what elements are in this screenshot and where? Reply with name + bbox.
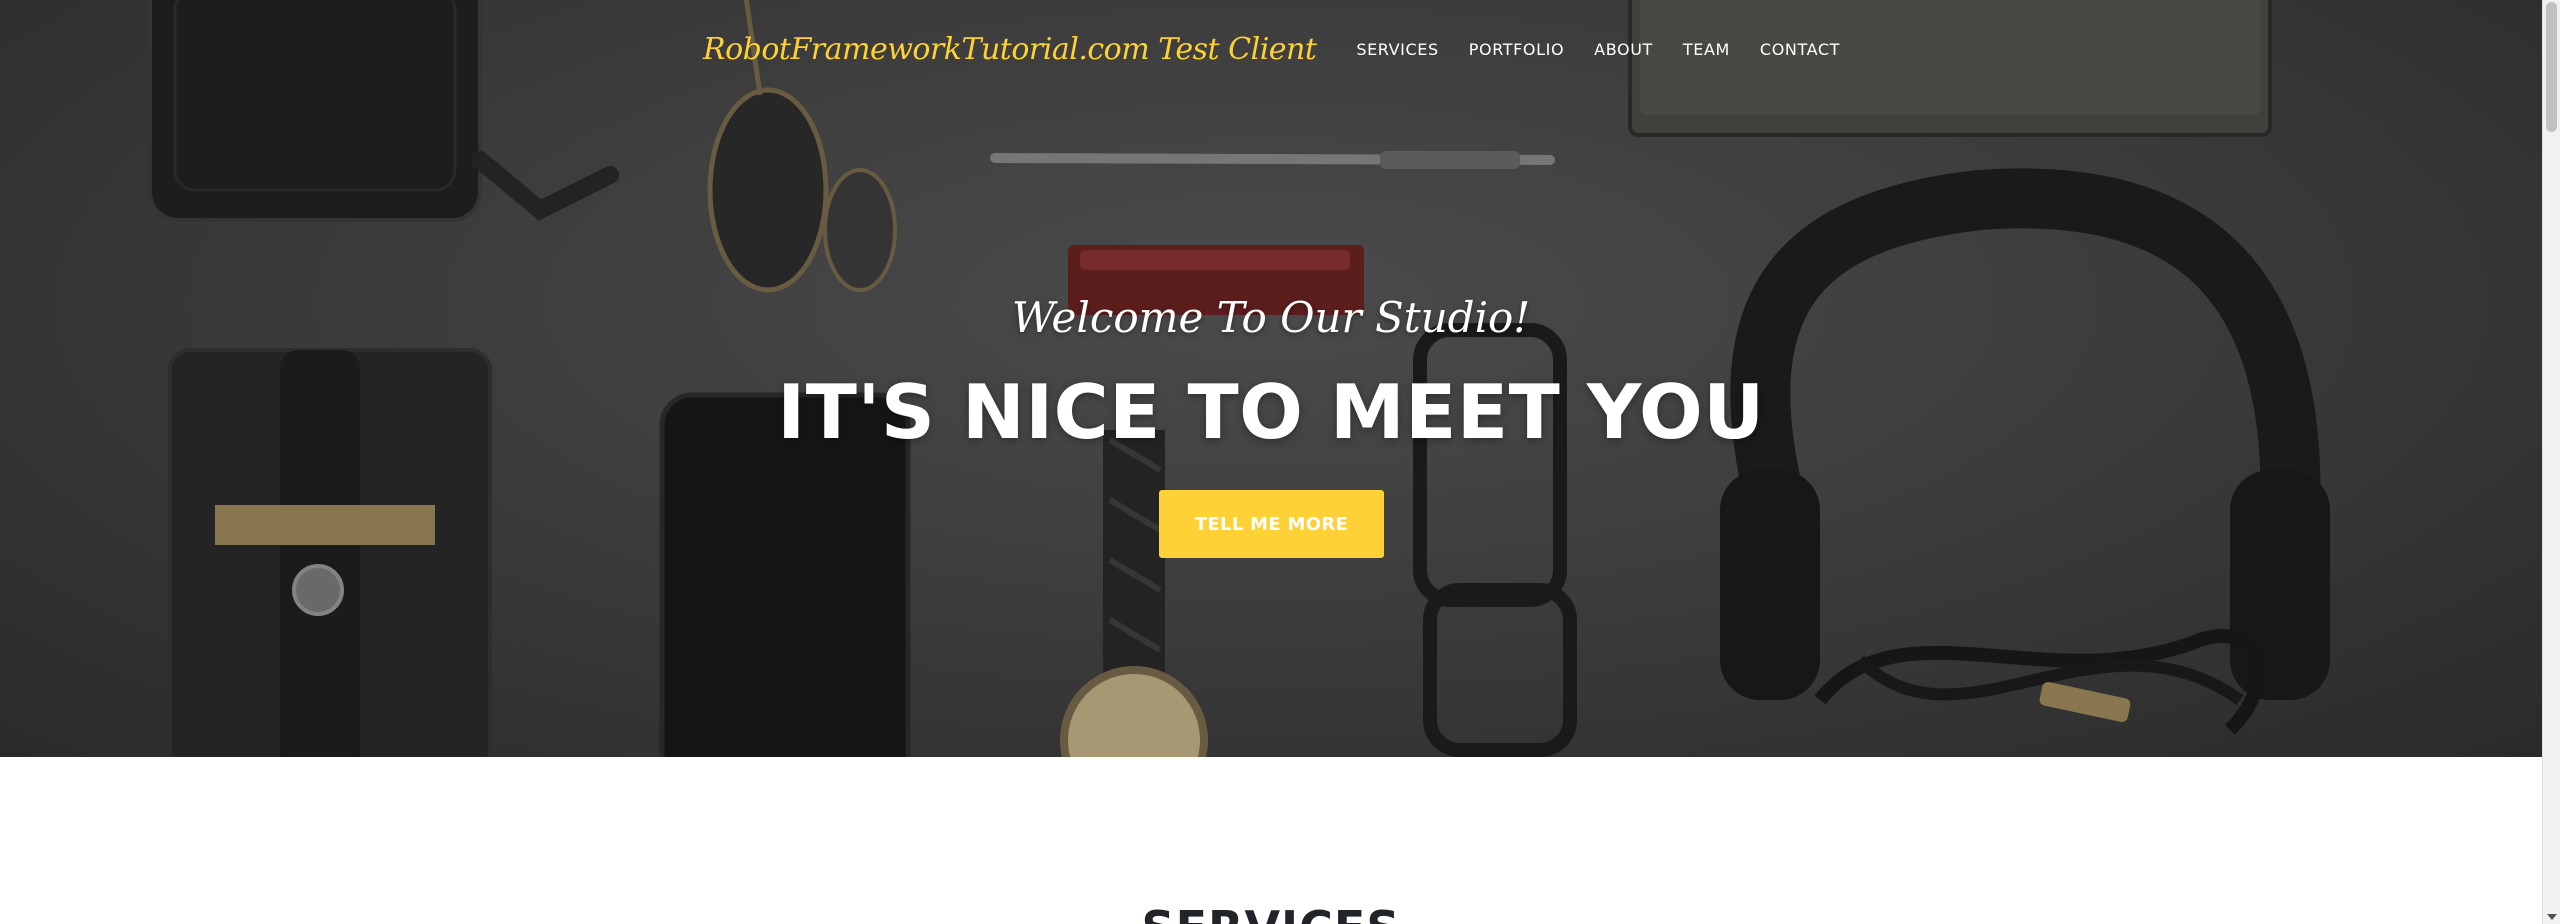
- tell-me-more-button[interactable]: TELL ME MORE: [1159, 490, 1384, 558]
- nav-link-team[interactable]: TEAM: [1683, 38, 1730, 62]
- vertical-scrollbar[interactable]: [2542, 0, 2560, 924]
- scrollbar-thumb[interactable]: [2546, 2, 2557, 132]
- nav-item: ABOUT: [1594, 38, 1653, 62]
- hero-lead-in: Welcome To Our Studio!: [1011, 293, 1531, 342]
- hero-heading: IT'S NICE TO MEET YOU: [777, 368, 1765, 456]
- nav-link-services[interactable]: SERVICES: [1356, 38, 1438, 62]
- nav-link-contact[interactable]: CONTACT: [1760, 38, 1840, 62]
- brand-logo-link[interactable]: RobotFrameworkTutorial.com Test Client: [703, 30, 1317, 70]
- navbar: RobotFrameworkTutorial.com Test Client S…: [0, 0, 2542, 100]
- page: RobotFrameworkTutorial.com Test Client S…: [0, 0, 2542, 924]
- nav-item: PORTFOLIO: [1469, 38, 1564, 62]
- nav-item: SERVICES: [1356, 38, 1438, 62]
- scroll-down-arrow-icon[interactable]: [2547, 914, 2557, 920]
- nav-item: TEAM: [1683, 38, 1730, 62]
- services-section-title: SERVICES: [0, 900, 2542, 924]
- nav-link-about[interactable]: ABOUT: [1594, 38, 1653, 62]
- nav-link-portfolio[interactable]: PORTFOLIO: [1469, 38, 1564, 62]
- hero-intro-text: Welcome To Our Studio! IT'S NICE TO MEET…: [0, 280, 2542, 460]
- hero-section: RobotFrameworkTutorial.com Test Client S…: [0, 0, 2542, 757]
- nav-item: CONTACT: [1760, 38, 1840, 62]
- nav-menu: SERVICES PORTFOLIO ABOUT TEAM CONTACT: [1326, 38, 1840, 62]
